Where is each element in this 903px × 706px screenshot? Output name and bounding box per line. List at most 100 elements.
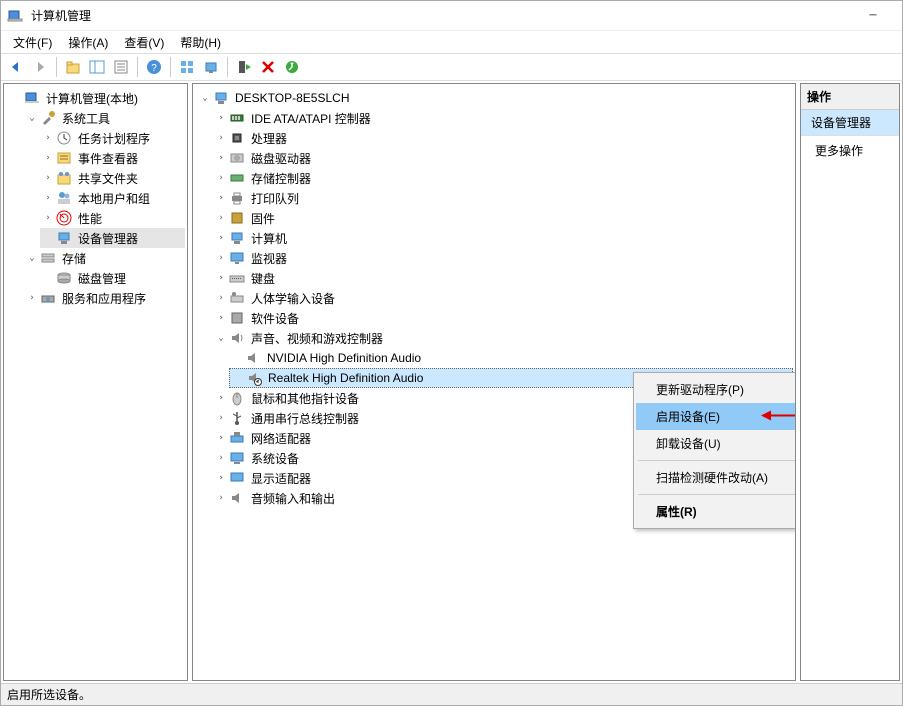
properties-button[interactable] xyxy=(110,56,132,78)
tree-label: 设备管理器 xyxy=(76,229,140,248)
ctx-enable-device[interactable]: 启用设备(E) xyxy=(636,403,796,430)
system-dev-icon xyxy=(229,450,245,466)
ctx-update-driver[interactable]: 更新驱动程序(P) xyxy=(636,376,796,403)
tree-label: 固件 xyxy=(249,209,277,228)
tree-event-viewer[interactable]: › 事件查看器 xyxy=(40,148,185,168)
expand-icon[interactable]: › xyxy=(215,432,227,444)
view-button[interactable] xyxy=(176,56,198,78)
tree-label: 事件查看器 xyxy=(76,149,140,168)
collapse-icon[interactable]: ⌄ xyxy=(215,332,227,344)
tree-print-queues[interactable]: ›打印队列 xyxy=(213,188,793,208)
expand-icon[interactable]: › xyxy=(215,112,227,124)
expand-icon[interactable]: › xyxy=(215,212,227,224)
app-icon xyxy=(7,8,23,24)
tree-storage-controllers[interactable]: ›存储控制器 xyxy=(213,168,793,188)
update-driver-button[interactable] xyxy=(200,56,222,78)
menu-view[interactable]: 查看(V) xyxy=(116,32,172,53)
expand-icon[interactable]: › xyxy=(215,452,227,464)
expand-icon[interactable]: › xyxy=(215,292,227,304)
tools-icon xyxy=(40,110,56,126)
expand-icon[interactable]: › xyxy=(215,492,227,504)
actions-selected-node[interactable]: 设备管理器 xyxy=(801,110,899,136)
expand-icon[interactable]: › xyxy=(42,212,54,224)
expand-icon[interactable]: › xyxy=(215,192,227,204)
tree-monitors[interactable]: › 监视器 xyxy=(213,248,793,268)
context-menu: 更新驱动程序(P) 启用设备(E) 卸载设备(U) 扫描检测硬件改动(A) 属性… xyxy=(633,372,796,529)
expand-icon[interactable]: › xyxy=(215,232,227,244)
collapse-icon[interactable]: ⌄ xyxy=(26,112,38,124)
expand-icon[interactable]: › xyxy=(215,132,227,144)
tree-services-apps[interactable]: ›服务和应用程序 xyxy=(24,288,185,308)
tree-label: 磁盘驱动器 xyxy=(249,149,313,168)
expand-icon[interactable]: › xyxy=(215,172,227,184)
ctx-separator xyxy=(638,460,796,461)
back-button[interactable] xyxy=(5,56,27,78)
expand-icon[interactable]: › xyxy=(215,272,227,284)
expand-icon[interactable]: › xyxy=(26,292,38,304)
collapse-icon[interactable]: ⌄ xyxy=(26,252,38,264)
menu-file[interactable]: 文件(F) xyxy=(5,32,60,53)
tree-nvidia-audio[interactable]: NVIDIA High Definition Audio xyxy=(229,348,793,368)
expand-icon[interactable]: › xyxy=(42,172,54,184)
ctx-scan-hardware[interactable]: 扫描检测硬件改动(A) xyxy=(636,464,796,491)
tree-computers[interactable]: ›计算机 xyxy=(213,228,793,248)
tree-computer-root[interactable]: ⌄ DESKTOP-8E5SLCH xyxy=(197,88,793,108)
ctx-separator xyxy=(638,494,796,495)
tree-disk-drives[interactable]: › 磁盘驱动器 xyxy=(213,148,793,168)
expand-icon[interactable]: › xyxy=(215,412,227,424)
ctx-uninstall[interactable]: 卸载设备(U) xyxy=(636,430,796,457)
device-mgr-icon xyxy=(56,230,72,246)
up-button[interactable] xyxy=(62,56,84,78)
expand-icon[interactable]: › xyxy=(42,132,54,144)
expand-icon[interactable]: › xyxy=(215,152,227,164)
ctx-properties[interactable]: 属性(R) xyxy=(636,498,796,525)
tree-task-scheduler[interactable]: › 任务计划程序 xyxy=(40,128,185,148)
status-text: 启用所选设备。 xyxy=(7,686,91,703)
tree-sound-controllers[interactable]: ⌄ 声音、视频和游戏控制器 xyxy=(213,328,793,348)
tree-ide-controllers[interactable]: ›IDE ATA/ATAPI 控制器 xyxy=(213,108,793,128)
enable-device-button[interactable] xyxy=(233,56,255,78)
expand-icon[interactable]: › xyxy=(215,312,227,324)
forward-button[interactable] xyxy=(29,56,51,78)
tree-root-computer-mgmt[interactable]: 计算机管理(本地) xyxy=(8,88,185,108)
tree-software-devices[interactable]: ›软件设备 xyxy=(213,308,793,328)
menu-help[interactable]: 帮助(H) xyxy=(172,32,229,53)
expand-icon[interactable]: › xyxy=(215,472,227,484)
tree-shared-folders[interactable]: ›共享文件夹 xyxy=(40,168,185,188)
tree-keyboards[interactable]: › 键盘 xyxy=(213,268,793,288)
tree-processors[interactable]: › 处理器 xyxy=(213,128,793,148)
tree-label: 处理器 xyxy=(249,129,289,148)
toolbar: ? xyxy=(1,53,902,81)
toolbar-separator xyxy=(137,57,138,77)
toolbar-separator xyxy=(56,57,57,77)
hid-icon xyxy=(229,290,245,306)
tree-disk-mgmt[interactable]: 磁盘管理 xyxy=(40,268,185,288)
tree-storage[interactable]: ⌄ 存储 xyxy=(24,248,185,268)
tree-hid[interactable]: ›人体学输入设备 xyxy=(213,288,793,308)
tree-local-users[interactable]: ›本地用户和组 xyxy=(40,188,185,208)
device-tree-pane: ⌄ DESKTOP-8E5SLCH ›IDE ATA/ATAPI 控制器 › 处理… xyxy=(192,83,796,681)
expand-icon[interactable]: › xyxy=(215,252,227,264)
collapse-icon[interactable]: ⌄ xyxy=(199,92,211,104)
tree-label: 键盘 xyxy=(249,269,277,288)
tree-label: 任务计划程序 xyxy=(76,129,152,148)
actions-header: 操作 xyxy=(801,84,899,110)
actions-more-link[interactable]: 更多操作 xyxy=(801,136,899,165)
menu-action[interactable]: 操作(A) xyxy=(60,32,116,53)
scan-hardware-button[interactable] xyxy=(281,56,303,78)
expand-icon[interactable]: › xyxy=(42,152,54,164)
tree-device-manager[interactable]: 设备管理器 xyxy=(40,228,185,248)
tree-performance[interactable]: ›性能 xyxy=(40,208,185,228)
tree-label: 声音、视频和游戏控制器 xyxy=(249,329,385,348)
expand-icon[interactable]: › xyxy=(215,392,227,404)
storage-icon xyxy=(40,250,56,266)
tree-firmware[interactable]: › 固件 xyxy=(213,208,793,228)
services-icon xyxy=(40,290,56,306)
tree-label: 监视器 xyxy=(249,249,289,268)
help-button[interactable]: ? xyxy=(143,56,165,78)
minimize-button[interactable]: ─ xyxy=(850,1,896,31)
show-hide-tree-button[interactable] xyxy=(86,56,108,78)
tree-system-tools[interactable]: ⌄ 系统工具 xyxy=(24,108,185,128)
expand-icon[interactable]: › xyxy=(42,192,54,204)
uninstall-button[interactable] xyxy=(257,56,279,78)
